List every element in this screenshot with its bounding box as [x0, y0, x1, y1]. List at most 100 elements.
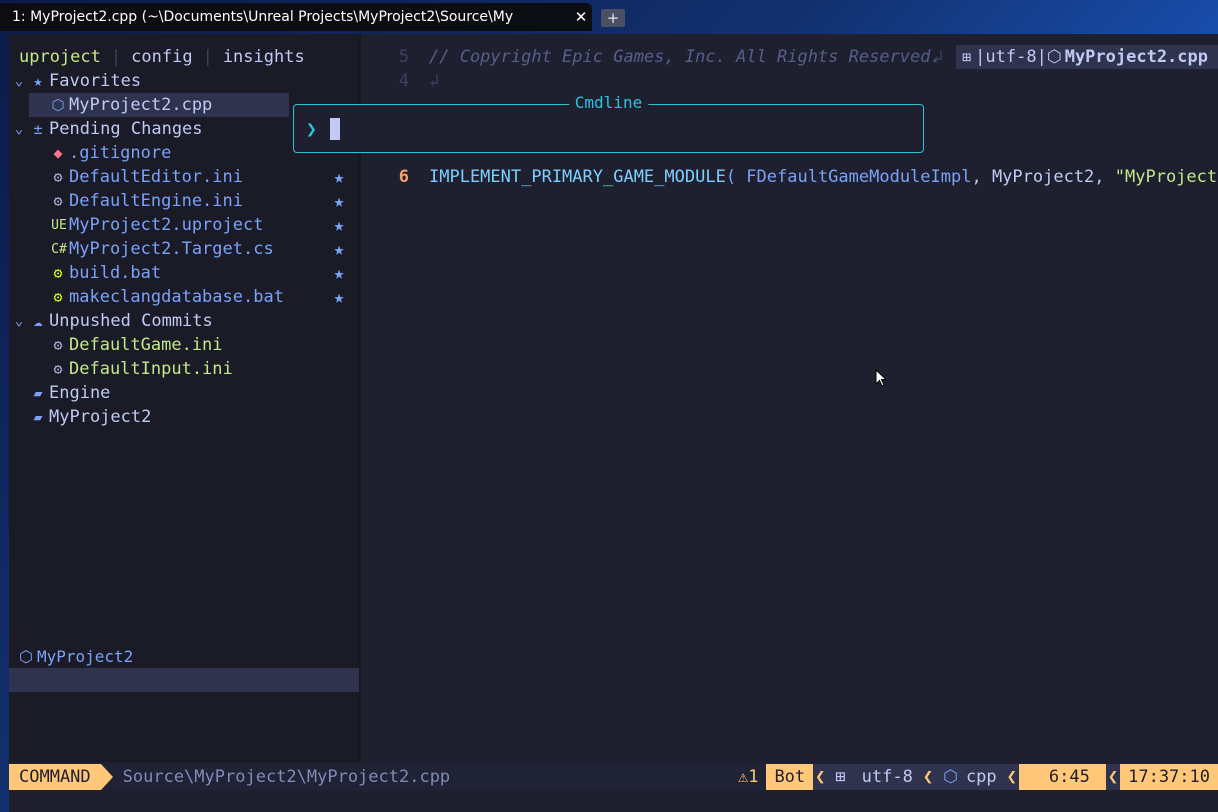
separator-icon: ❮	[1105, 764, 1121, 790]
winbar-filename: MyProject2.cpp	[1064, 47, 1208, 67]
tree-item-label: MyProject2	[49, 407, 152, 427]
gear-icon: ⚙	[53, 360, 63, 378]
eol-marker: ↲	[933, 47, 944, 67]
tree-item-label: MyProject2.cpp	[69, 95, 213, 115]
string-token: "MyProject2	[1114, 167, 1218, 187]
folder-icon: ▰	[33, 384, 43, 402]
args-token: , MyProject2,	[971, 167, 1115, 187]
chevron-right-icon: ❯	[306, 119, 317, 140]
cpp-icon: ⬡	[51, 96, 65, 114]
tree-item-label: DefaultInput.ini	[69, 359, 233, 379]
cpp-icon: ⬡	[935, 764, 966, 790]
windows-icon: ⊞	[827, 764, 854, 790]
star-icon[interactable]: ★	[329, 263, 349, 284]
tree-item[interactable]: ▰ Engine	[9, 381, 359, 405]
status-line: COMMAND Source\MyProject2\MyProject2.cpp…	[9, 764, 1218, 790]
tree-item-label: Engine	[49, 383, 111, 403]
plus-minus-icon: ±	[33, 120, 43, 138]
cloud-upload-icon: ☁	[33, 312, 43, 330]
tree-item-label: .gitignore	[69, 143, 172, 163]
star-icon: ★	[33, 72, 43, 90]
warning-count[interactable]: ⚠1	[730, 764, 766, 790]
status-filetype: cpp	[965, 764, 1005, 790]
gear-icon: ⚙	[53, 168, 63, 186]
type-token: FDefaultGameModuleImpl	[736, 167, 972, 187]
cpp-icon: ⬡	[1046, 47, 1062, 67]
tree-item-label: build.bat	[69, 263, 162, 283]
new-tab-button[interactable]: +	[601, 9, 625, 27]
symbol-outline-header[interactable]: ⬡ MyProject2	[9, 644, 359, 668]
scroll-position: Bot	[766, 764, 814, 790]
windows-icon: ⊞	[962, 48, 972, 66]
terminal-window[interactable]: uproject | config | insights ⌄ ★ Favorites…	[9, 34, 1218, 812]
tab-uproject[interactable]: uproject	[9, 47, 111, 67]
gear-icon: ⚙	[53, 192, 63, 210]
mouse-pointer-icon	[875, 369, 888, 387]
winbar-encoding: utf-8	[985, 47, 1037, 67]
csharp-icon: C#	[51, 241, 67, 257]
tree-item[interactable]: ▰ MyProject2	[9, 405, 359, 429]
chevron-down-icon[interactable]: ⌄	[11, 121, 27, 137]
winbar-divider: |	[1036, 47, 1047, 67]
tab-title: 1: MyProject2.cpp (~\Documents\Unreal Pr…	[12, 9, 514, 25]
sidebar-tabs: uproject | config | insights	[9, 45, 315, 69]
chevron-down-icon[interactable]: ⌄	[11, 73, 27, 89]
terminal-tab[interactable]: 1: MyProject2.cpp (~\Documents\Unreal Pr…	[0, 3, 592, 31]
tree-item[interactable]: C# MyProject2.Target.cs ★	[9, 237, 359, 261]
status-right: ⚠1 Bot ❮ ⊞ utf-8 ❮ ⬡ cpp ❮ 6:45 ❮ 17:37:…	[730, 764, 1218, 790]
line-number: 4	[398, 71, 409, 91]
git-icon: ◆	[53, 144, 63, 162]
star-icon[interactable]: ★	[329, 287, 349, 308]
tree-item[interactable]: UE MyProject2.uproject ★	[9, 213, 359, 237]
mode-indicator: COMMAND	[9, 764, 113, 790]
separator-icon: ❮	[920, 764, 936, 790]
tree-item-label: DefaultEngine.ini	[69, 191, 243, 211]
tree-item[interactable]: ⚙ makeclangdatabase.bat ★	[9, 285, 359, 309]
clock: 17:37:10	[1120, 764, 1218, 790]
macro-token: IMPLEMENT_PRIMARY_GAME_MODULE	[429, 167, 726, 187]
star-icon[interactable]: ★	[329, 239, 349, 260]
command-area[interactable]	[9, 790, 1218, 812]
tree-item-label: DefaultEditor.ini	[69, 167, 243, 187]
terminal-tab-bar: 1: MyProject2.cpp (~\Documents\Unreal Pr…	[0, 0, 1218, 34]
tree-item[interactable]: ⚙ DefaultInput.ini	[9, 357, 359, 381]
tab-insights[interactable]: insights	[213, 47, 315, 67]
cmdline-title: Cmdline	[568, 93, 649, 112]
tree-item-label: makeclangdatabase.bat	[69, 287, 284, 307]
code-editor[interactable]: 5 // Copyright Epic Games, Inc. All Righ…	[293, 34, 1218, 762]
close-icon[interactable]: ✕	[570, 8, 592, 26]
tree-item-label: MyProject2.Target.cs	[69, 239, 274, 259]
cmdline-popup[interactable]: Cmdline ❯	[293, 93, 924, 153]
outline-label: MyProject2	[36, 646, 134, 666]
chevron-down-icon[interactable]: ⌄	[11, 313, 27, 329]
star-icon[interactable]: ★	[329, 167, 349, 188]
tab-config[interactable]: config	[121, 47, 202, 67]
paren-token: (	[725, 167, 737, 187]
star-icon[interactable]: ★	[329, 215, 349, 236]
tree-item-label: DefaultGame.ini	[69, 335, 223, 355]
tree-item-label: MyProject2.uproject	[69, 215, 264, 235]
tree-item[interactable]: ⚙ build.bat ★	[9, 261, 359, 285]
outline-selection-bar[interactable]	[9, 668, 359, 692]
tab-divider: |	[110, 47, 122, 67]
tree-item-label: Favorites	[49, 71, 142, 91]
tree-item[interactable]: ⌄ ☁ Unpushed Commits	[9, 309, 359, 333]
tree-item[interactable]: ⚙ DefaultEditor.ini ★	[9, 165, 359, 189]
cpp-icon: ⬡	[19, 646, 33, 666]
tree-item-label: Pending Changes	[49, 119, 203, 139]
tree-item[interactable]: ⌄ ★ Favorites	[9, 69, 359, 93]
tree-item[interactable]: ⚙ DefaultEngine.ini ★	[9, 189, 359, 213]
gear-icon: ⚙	[53, 336, 63, 354]
current-line-number: 6	[398, 167, 409, 187]
file-path: Source\MyProject2\MyProject2.cpp	[122, 767, 451, 787]
folder-icon: ▰	[33, 408, 43, 426]
separator-icon: ❮	[813, 764, 828, 790]
text-cursor[interactable]	[330, 118, 340, 140]
star-icon[interactable]: ★	[329, 191, 349, 212]
code-comment: // Copyright Epic Games, Inc. All Rights…	[429, 47, 941, 67]
gear-icon: ⚙	[53, 288, 63, 306]
file-winbar: ⊞ | utf-8 | ⬡ MyProject2.cpp	[956, 45, 1218, 69]
eol-marker: ↲	[429, 71, 440, 91]
tree-item[interactable]: ⚙ DefaultGame.ini	[9, 333, 359, 357]
line-number: 5	[398, 47, 409, 67]
